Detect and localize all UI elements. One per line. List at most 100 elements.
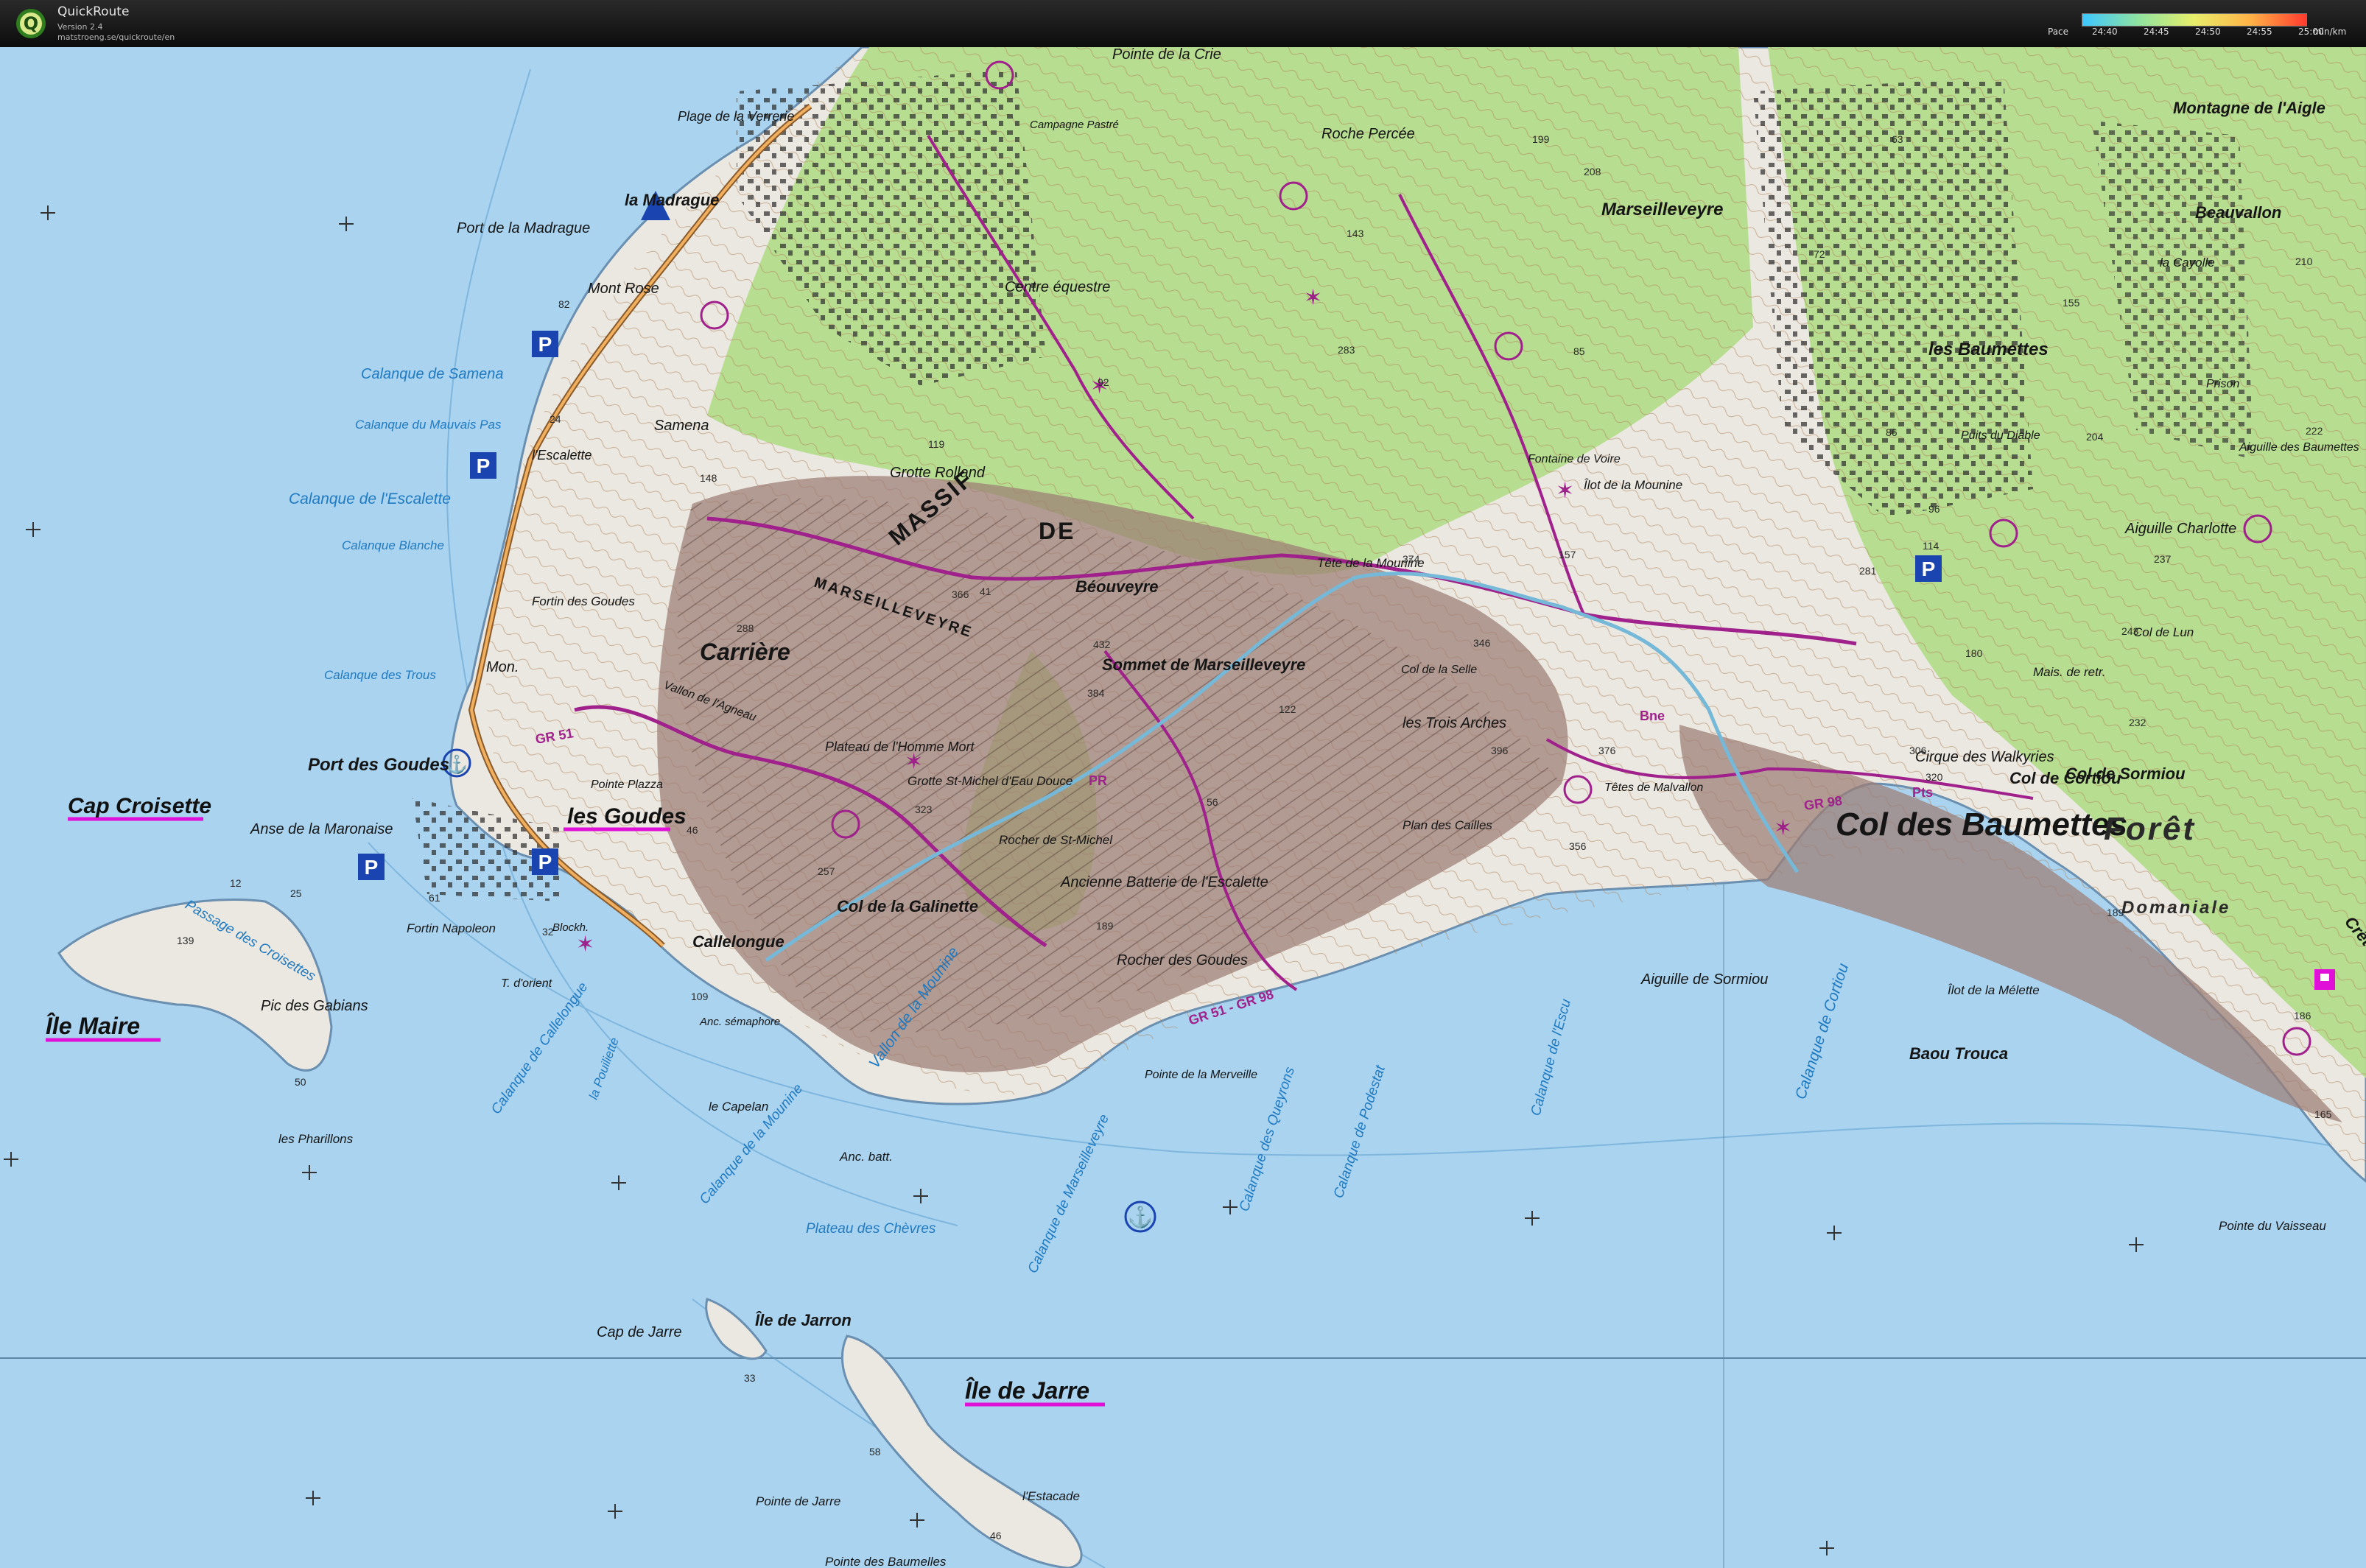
place-label: T. d'orient [501,977,552,990]
pace-color-bar [2082,13,2307,27]
place-label: Samena [654,418,709,434]
spot-height: 189 [1096,920,1114,932]
place-label: Callelongue [692,932,784,951]
spot-height: 396 [1491,745,1509,756]
place-label: Pointe de la Merveille [1145,1069,1257,1081]
place-label: Cirque des Walkyries [1915,749,2054,765]
water-label: Calanque des Trous [324,668,436,682]
spot-height: 323 [915,804,933,815]
parking-icon: P [532,331,558,357]
svg-text:✶: ✶ [1304,286,1322,310]
place-label: Îlot de la Mounine [1584,478,1682,492]
place-label: Aiguille des Baumettes [2239,441,2359,454]
svg-text:P: P [1922,558,1936,580]
pace-tick: 24:55 [2247,27,2272,37]
place-label: l'Escalette [532,448,592,463]
water-label: Calanque du Mauvais Pas [355,418,502,432]
place-label: Fortin des Goudes [532,594,635,608]
place-label: l'Estacade [1022,1489,1080,1503]
highlighted-place-label: Île de Jarre [965,1377,1089,1404]
svg-text:P: P [365,856,379,879]
spot-height: 366 [952,588,969,600]
place-label: Pointe de Jarre [756,1494,840,1508]
spot-height: 157 [1559,549,1576,560]
spot-height: 283 [1338,344,1355,356]
place-label: Port des Goudes [308,755,449,775]
place-label: Anc. batt. [839,1150,893,1164]
place-label: Roche Percée [1321,126,1415,142]
place-label: Cap de Jarre [597,1324,682,1340]
app-title: QuickRoute [57,4,130,19]
place-label: Pointe de la Crie [1112,47,1221,63]
spot-height: 109 [691,991,709,1002]
place-label: Aiguille de Sormiou [1640,971,1768,988]
spot-height: 86 [1886,426,1898,438]
place-label: Col de la Selle [1401,664,1477,676]
spot-height: 257 [818,865,835,877]
spot-height: 432 [1093,639,1111,650]
place-label: les Baumettes [1928,340,2049,359]
place-label: la Madrague [625,191,719,209]
spot-height: 50 [295,1076,306,1088]
place-label: Prison [2206,378,2239,390]
spot-height: 12 [230,877,242,889]
place-label: Col des Baumettes [1836,806,2127,843]
place-label: Anse de la Maronaise [250,821,393,837]
place-label: les Pharillons [278,1132,354,1146]
spot-height: 63 [1892,133,1903,145]
svg-text:⚓: ⚓ [1128,1205,1154,1229]
water-label: Plateau des Chèvres [806,1221,936,1237]
svg-text:✶: ✶ [1774,816,1792,840]
trail-label: Bne [1640,709,1665,723]
spot-height: 122 [1279,703,1296,715]
spot-height: 237 [2154,553,2172,565]
place-label: Mon. [486,659,519,675]
water-label: Calanque de Samena [361,366,503,382]
place-label: Marseilleveyre [1601,200,1723,219]
place-label: Forêt [2104,811,2196,847]
highlighted-place-label: Cap Croisette [68,794,211,818]
place-label: Puits du Diable [1961,429,2040,442]
place-label: Plateau de l'Homme Mort [825,739,975,754]
place-label: Fortin Napoleon [407,921,496,935]
spot-height: 61 [429,892,440,904]
water-label: Calanque de l'Escalette [289,491,451,507]
place-label: Mont Rose [588,281,659,297]
spot-height: 46 [990,1530,1002,1541]
place-label: Sommet de Marseilleveyre [1102,655,1305,674]
spot-height: 232 [2129,717,2146,728]
spot-height: 199 [1532,133,1550,145]
place-label: Anc. sémaphore [699,1016,780,1028]
pace-label: Pace [2048,27,2069,37]
spot-height: 374 [1403,553,1420,565]
spot-height: 32 [542,926,554,938]
spot-height: 376 [1598,745,1616,756]
quickroute-q-icon: Q [16,9,46,38]
spot-height: 85 [1573,345,1585,357]
spot-height: 41 [980,586,991,597]
place-label: Baou Trouca [1909,1044,2008,1063]
parking-icon: P [532,848,558,875]
spot-height: 210 [2295,256,2313,267]
topographic-map[interactable]: P P P P P ⚓ ⚓ ✶✶✶✶✶✶ Cap CroisetteÎle Ma… [0,47,2366,1568]
highlighted-place-label: les Goudes [567,804,687,829]
svg-text:P: P [538,851,552,873]
water-label: Calanque Blanche [342,538,444,552]
spot-height: 114 [1923,540,1940,552]
spot-height: 384 [1087,687,1105,699]
svg-text:P: P [538,333,552,356]
spot-height: 33 [744,1372,756,1384]
place-label: Île de Jarron [755,1311,852,1329]
trail-label: Pts [1912,785,1933,800]
spot-height: 24 [550,413,561,425]
parking-icon: P [470,452,496,479]
place-label: Pic des Gabians [261,998,368,1014]
spot-height: 222 [2306,425,2323,437]
spot-height: 204 [2086,431,2104,443]
pace-unit: min/km [2313,27,2347,37]
place-label: Béouveyre [1075,577,1159,596]
spot-height: 356 [1569,840,1587,852]
place-label: Campagne Pastré [1030,119,1119,131]
place-label: Îlot de la Mélette [1948,983,2040,997]
spot-height: 346 [1473,637,1491,649]
